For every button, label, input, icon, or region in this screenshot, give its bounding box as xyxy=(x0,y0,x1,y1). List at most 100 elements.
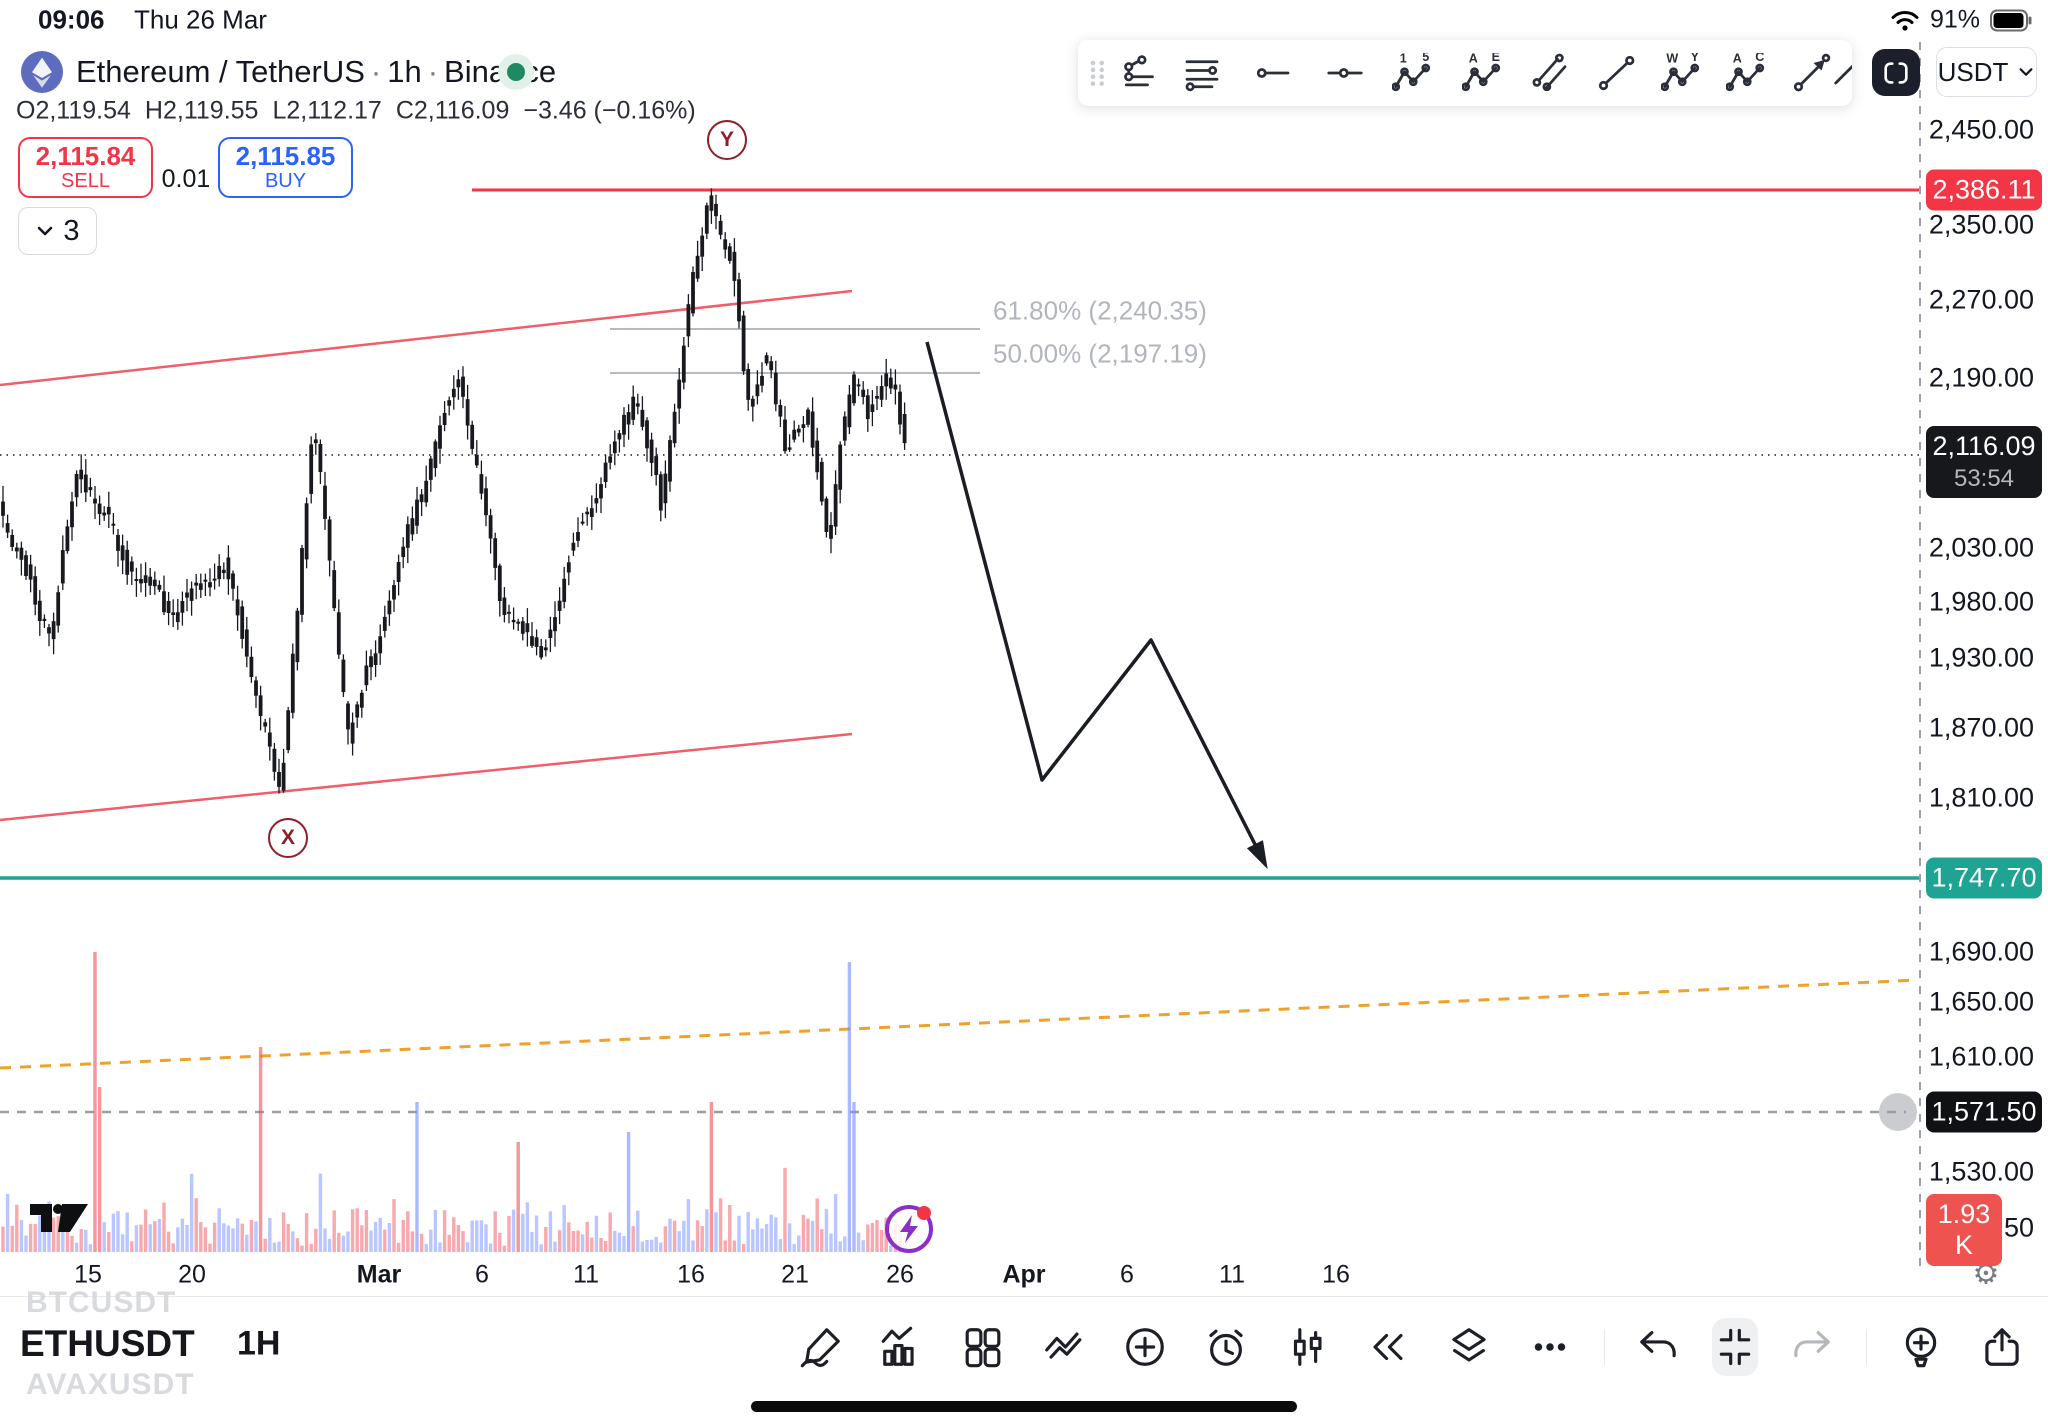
buy-button[interactable]: 2,115.85 BUY xyxy=(218,137,353,198)
time-tick: 21 xyxy=(781,1261,809,1290)
symbol-name: Ethereum / TetherUS xyxy=(76,54,365,89)
close-label: C xyxy=(396,97,414,125)
object-count-dropdown[interactable]: 3 xyxy=(18,207,97,255)
parallel-channel-tool-icon[interactable] xyxy=(1530,53,1570,93)
open-label: O xyxy=(16,97,35,125)
elliott-wave-ae-icon[interactable]: AE xyxy=(1462,53,1502,93)
low-label: L xyxy=(272,97,286,125)
pattern-wy-tool-icon[interactable]: WY xyxy=(1661,53,1701,93)
time-tick: Apr xyxy=(1002,1261,1045,1290)
alerts-button[interactable] xyxy=(1203,1323,1249,1371)
price-tick: 1,530.00 xyxy=(1929,1157,2034,1188)
price-axis[interactable]: 2,450.00 2,350.00 2,270.00 2,190.00 2,030.00… xyxy=(1920,40,2048,1268)
patterns-button[interactable] xyxy=(1041,1323,1087,1371)
sell-button[interactable]: 2,115.84 SELL xyxy=(18,137,153,198)
time-tick: 16 xyxy=(1322,1261,1350,1290)
wifi-icon xyxy=(1890,8,1920,32)
flash-trade-icon[interactable] xyxy=(882,1202,936,1256)
time-tick: 6 xyxy=(1120,1261,1134,1290)
elliott-impulse-wave-icon[interactable]: 15 xyxy=(1392,53,1432,93)
low-value: 2,112.17 xyxy=(286,97,381,125)
chart-canvas[interactable] xyxy=(0,0,2048,1424)
drag-handle-icon[interactable] xyxy=(1078,53,1118,93)
more-button[interactable] xyxy=(1527,1323,1573,1371)
last-price-label: 2,116.0953:54 xyxy=(1926,426,2042,498)
undo-button[interactable] xyxy=(1636,1323,1682,1371)
trend-line-tool-icon[interactable] xyxy=(1596,53,1636,93)
parallel-lines-tool-icon[interactable] xyxy=(1182,53,1222,93)
chart-type-button[interactable] xyxy=(1284,1323,1330,1371)
tradingview-app: 09:06 Thu 26 Mar 91% xyxy=(0,0,2048,1424)
price-tick: 2,450.00 xyxy=(1929,115,2034,146)
price-tick: 2,270.00 xyxy=(1929,285,2034,316)
support-price-label: 1,747.70 xyxy=(1926,858,2042,899)
time-tick: 11 xyxy=(573,1261,599,1290)
partial-price-tick: 50 xyxy=(2004,1213,2034,1244)
tradingview-logo xyxy=(30,1196,88,1236)
svg-text:1: 1 xyxy=(1400,53,1407,65)
volume-value-label: 1.93 K xyxy=(1926,1194,2002,1266)
ideas-button[interactable] xyxy=(1898,1323,1944,1371)
polyline-tool-icon[interactable] xyxy=(1120,53,1160,93)
svg-text:C: C xyxy=(1755,53,1764,64)
eth-logo-icon xyxy=(21,51,63,93)
time-tick: Mar xyxy=(357,1261,401,1290)
time-tick: 11 xyxy=(1219,1261,1245,1290)
horizontal-ray-tool-icon[interactable] xyxy=(1253,53,1293,93)
replay-button[interactable] xyxy=(1365,1323,1411,1371)
layouts-button[interactable] xyxy=(960,1323,1006,1371)
title-separator: · xyxy=(365,54,387,89)
bottom-separator xyxy=(0,1296,2048,1297)
time-tick: 16 xyxy=(677,1261,705,1290)
price-tick: 1,870.00 xyxy=(1929,713,2034,744)
drawing-toolbar: 15AEWYAC xyxy=(1078,40,1852,106)
drawing-price-label: 1,571.50 xyxy=(1926,1092,2042,1133)
price-tick: 1,690.00 xyxy=(1929,937,2034,968)
price-tick: 1,650.00 xyxy=(1929,987,2034,1018)
collapse-button[interactable] xyxy=(1712,1318,1758,1376)
redo-button[interactable] xyxy=(1788,1323,1834,1371)
high-label: H xyxy=(145,97,163,125)
home-indicator[interactable] xyxy=(751,1401,1297,1412)
price-tick: 1,980.00 xyxy=(1929,587,2034,618)
close-value: 2,116.09 xyxy=(414,97,509,125)
time-axis[interactable]: 1520Mar611162126Apr61116 xyxy=(0,1256,1920,1296)
chevron-down-icon xyxy=(35,221,55,241)
add-button[interactable] xyxy=(1122,1323,1168,1371)
wave-marker-x[interactable]: X xyxy=(268,818,308,858)
layers-button[interactable] xyxy=(1446,1323,1492,1371)
svg-text:5: 5 xyxy=(1422,53,1429,64)
market-open-indicator xyxy=(498,54,534,90)
status-date: Thu 26 Mar xyxy=(134,5,267,36)
price-tick: 2,350.00 xyxy=(1929,210,2034,241)
price-tick: 2,190.00 xyxy=(1929,363,2034,394)
time-tick: 26 xyxy=(886,1261,914,1290)
svg-text:A: A xyxy=(1469,53,1478,65)
buy-label: BUY xyxy=(265,171,306,192)
share-button[interactable] xyxy=(1979,1323,2025,1371)
indicators-button[interactable] xyxy=(879,1323,925,1371)
title-separator: · xyxy=(422,54,444,89)
price-tick: 1,930.00 xyxy=(1929,643,2034,674)
symbol-title[interactable]: Ethereum / TetherUS·1h·Binance xyxy=(76,54,556,90)
svg-text:A: A xyxy=(1733,53,1742,65)
symbol-wheel-prev[interactable]: BTCUSDT xyxy=(26,1286,176,1320)
interval-label: 1h xyxy=(387,54,421,89)
toolbar-divider xyxy=(1866,1329,1867,1365)
symbol-wheel-current[interactable]: ETHUSDT xyxy=(20,1323,195,1365)
wave-marker-y[interactable]: Y xyxy=(707,120,747,160)
open-value: 2,119.54 xyxy=(35,97,130,125)
battery-icon xyxy=(1990,9,2032,31)
price-tick: 2,030.00 xyxy=(1929,533,2034,564)
fullscreen-button[interactable] xyxy=(1872,49,1920,96)
draw-button[interactable] xyxy=(798,1323,844,1371)
change-value: −3.46 (−0.16%) xyxy=(523,97,695,125)
horizontal-line-tool-icon[interactable] xyxy=(1325,53,1365,93)
partial-tool-icon[interactable] xyxy=(1822,53,1852,93)
symbol-wheel-next[interactable]: AVAXUSDT xyxy=(26,1368,195,1402)
quantity-value[interactable]: 0.01 xyxy=(156,165,216,194)
ohlc-row: O2,119.54H2,119.55L2,112.17C2,116.09−3.4… xyxy=(16,97,696,126)
time-tick: 6 xyxy=(475,1261,489,1290)
interval-button[interactable]: 1H xyxy=(237,1325,280,1364)
pattern-ac-tool-icon[interactable]: AC xyxy=(1726,53,1766,93)
